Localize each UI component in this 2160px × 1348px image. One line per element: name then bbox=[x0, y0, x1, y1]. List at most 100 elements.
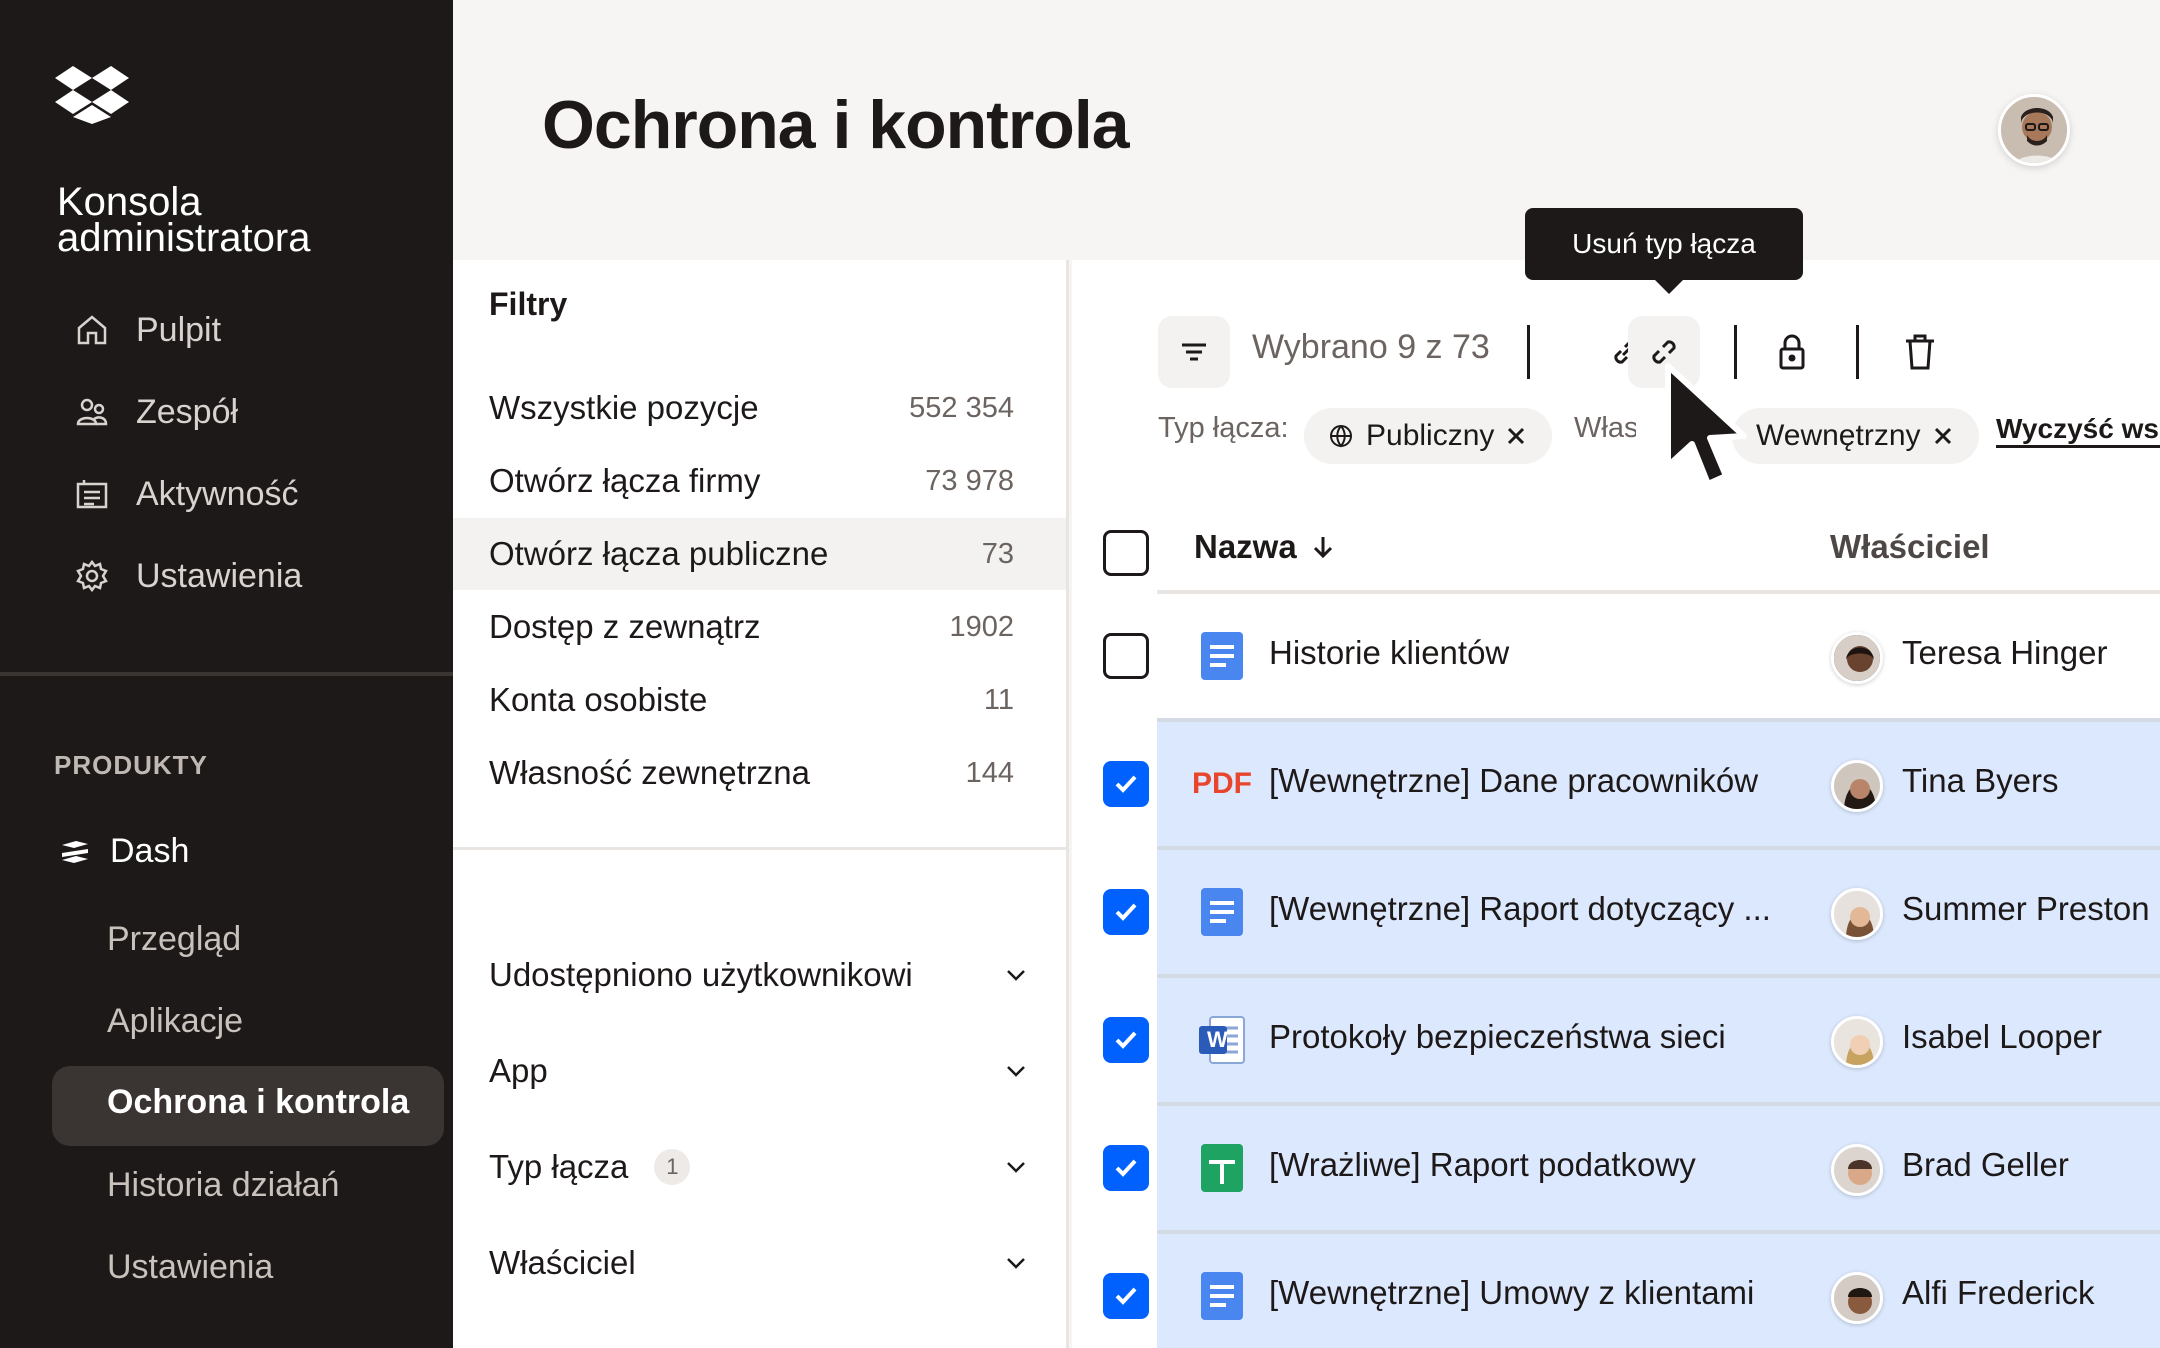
products-section-label: PRODUKTY bbox=[54, 750, 208, 780]
toolbar-divider bbox=[1856, 325, 1859, 379]
team-icon bbox=[76, 398, 108, 426]
accordion-link-type[interactable]: Typ łącza 1 bbox=[489, 1148, 1029, 1186]
mouse-pointer-icon bbox=[1665, 363, 1747, 487]
word-doc-icon: W bbox=[1196, 1014, 1248, 1066]
chip-public[interactable]: Publiczny bbox=[1304, 408, 1553, 464]
globe-icon bbox=[1330, 425, 1352, 448]
owner-name: Summer Preston bbox=[1902, 890, 2150, 927]
accordion-owner[interactable]: Właściciel bbox=[489, 1244, 1029, 1282]
nav-item-zespol[interactable]: Zespół bbox=[74, 382, 238, 442]
filter-row-external-access[interactable]: Dostęp z zewnątrz 1902 bbox=[453, 591, 1066, 663]
file-name[interactable]: Protokoły bezpieczeństwa sieci bbox=[1269, 1018, 1726, 1056]
filter-row-personal-accounts[interactable]: Konta osobiste 11 bbox=[453, 664, 1066, 736]
row-checkbox-checked[interactable] bbox=[1103, 1017, 1149, 1063]
filter-label: Otwórz łącza firmy bbox=[489, 462, 761, 499]
owner-avatar bbox=[1831, 888, 1883, 940]
pdf-icon: PDF bbox=[1192, 767, 1252, 800]
filter-label: Konta osobiste bbox=[489, 681, 708, 718]
nav-item-ustawienia[interactable]: Ustawienia bbox=[74, 546, 302, 606]
delete-button[interactable] bbox=[1884, 316, 1956, 388]
chevron-down-icon bbox=[1007, 1162, 1025, 1173]
file-name[interactable]: [Wewnętrzne] Raport dotyczący ... bbox=[1269, 890, 1771, 928]
row-checkbox-checked[interactable] bbox=[1103, 761, 1149, 807]
filter-count: 1902 bbox=[949, 610, 1014, 643]
file-name[interactable]: [Wewnętrzne] Umowy z klientami bbox=[1269, 1274, 1754, 1312]
filter-label: Wszystkie pozycje bbox=[489, 389, 759, 426]
filter-label: Dostęp z zewnątrz bbox=[489, 608, 761, 645]
settings-gear-icon bbox=[76, 559, 108, 593]
row-checkbox-checked[interactable] bbox=[1103, 889, 1149, 935]
column-header-name[interactable]: Nazwa bbox=[1194, 528, 1335, 566]
sub-item-przeglad[interactable]: Przegląd bbox=[107, 920, 241, 959]
column-header-owner[interactable]: Właściciel bbox=[1830, 528, 1990, 566]
activity-icon bbox=[76, 480, 108, 509]
sub-item-historia[interactable]: Historia działań bbox=[107, 1166, 339, 1205]
owner-name: Isabel Looper bbox=[1902, 1018, 2102, 1055]
file-name[interactable]: Historie klientów bbox=[1269, 634, 1509, 672]
sub-item-aplikacje[interactable]: Aplikacje bbox=[107, 1002, 243, 1041]
lock-button[interactable] bbox=[1756, 316, 1828, 388]
column-name-label: Nazwa bbox=[1194, 528, 1297, 565]
filters-panel: Filtry Wszystkie pozycje 552 354 Otwórz ł… bbox=[453, 260, 1069, 1348]
row-checkbox-checked[interactable] bbox=[1103, 1273, 1149, 1319]
word-letter: W bbox=[1207, 1027, 1228, 1052]
filter-row-company-links[interactable]: Otwórz łącza firmy 73 978 bbox=[453, 445, 1066, 517]
filter-count: 11 bbox=[983, 683, 1014, 716]
accordion-app[interactable]: App bbox=[489, 1052, 1029, 1090]
owner-name: Teresa Hinger bbox=[1902, 634, 2108, 671]
sub-item-ochrona-label[interactable]: Ochrona i kontrola bbox=[107, 1083, 409, 1122]
checkmark-icon bbox=[1115, 903, 1137, 921]
close-icon[interactable] bbox=[1933, 426, 1953, 446]
dash-label: Dash bbox=[110, 832, 190, 870]
owner-avatar bbox=[1831, 1144, 1883, 1196]
filters-divider bbox=[453, 847, 1066, 850]
sub-item-ustawienia[interactable]: Ustawienia bbox=[107, 1248, 273, 1287]
nav-item-aktywnosc[interactable]: Aktywność bbox=[74, 464, 299, 524]
chip-internal[interactable]: Wewnętrzny bbox=[1732, 408, 1979, 464]
file-name[interactable]: [Wrażliwe] Raport podatkowy bbox=[1269, 1146, 1696, 1184]
select-all-checkbox[interactable] bbox=[1103, 530, 1149, 576]
nav-label: Pulpit bbox=[136, 310, 222, 349]
owner-name: Brad Geller bbox=[1902, 1146, 2069, 1183]
row-checkbox-checked[interactable] bbox=[1103, 1145, 1149, 1191]
accordion-label: Udostępniono użytkownikowi bbox=[489, 956, 913, 993]
sort-down-icon bbox=[1313, 537, 1332, 559]
file-name[interactable]: [Wewnętrzne] Dane pracowników bbox=[1269, 762, 1758, 800]
sidebar: Konsola administratora Pulpit Zespół Akt… bbox=[0, 0, 453, 1348]
clear-all-link[interactable]: Wyczyść wszystkie bbox=[1996, 413, 2160, 448]
lock-icon bbox=[1779, 334, 1805, 370]
dropbox-logo-icon[interactable] bbox=[55, 66, 129, 124]
close-icon[interactable] bbox=[1506, 426, 1526, 446]
accordion-label: Typ łącza bbox=[489, 1148, 629, 1185]
console-title: Konsola administratora bbox=[57, 180, 311, 260]
filter-row-all[interactable]: Wszystkie pozycje 552 354 bbox=[453, 372, 1066, 444]
accordion-shared-with-user[interactable]: Udostępniono użytkownikowi bbox=[489, 956, 1029, 994]
console-title-line2: administratora bbox=[57, 216, 311, 260]
owner-avatar bbox=[1831, 1016, 1883, 1068]
accordion-label: App bbox=[489, 1052, 548, 1089]
filter-toggle-button[interactable] bbox=[1158, 316, 1230, 388]
nav-item-pulpit[interactable]: Pulpit bbox=[74, 300, 221, 360]
filter-count: 552 354 bbox=[909, 391, 1014, 424]
owner-avatar bbox=[1831, 1272, 1883, 1324]
dash-icon bbox=[62, 840, 88, 863]
google-doc-icon bbox=[1196, 1270, 1248, 1322]
user-avatar[interactable] bbox=[1998, 94, 2070, 166]
home-icon bbox=[77, 315, 107, 345]
row-checkbox[interactable] bbox=[1103, 633, 1149, 679]
toolbar-divider bbox=[1527, 325, 1530, 379]
filter-row-external-ownership[interactable]: Własność zewnętrzna 144 bbox=[453, 737, 1066, 809]
filters-title: Filtry bbox=[489, 286, 568, 322]
checkmark-icon bbox=[1115, 1287, 1137, 1305]
dash-product-item[interactable]: Dash bbox=[58, 832, 189, 871]
filter-count: 73 978 bbox=[925, 464, 1014, 497]
sidebar-divider bbox=[0, 672, 453, 676]
filter-lines-icon bbox=[1182, 343, 1206, 361]
console-title-line1: Konsola bbox=[57, 180, 202, 224]
chevron-down-icon bbox=[1007, 970, 1025, 981]
filter-row-public-links[interactable]: Otwórz łącza publiczne 73 bbox=[453, 518, 1066, 590]
chip-label: Publiczny bbox=[1366, 419, 1495, 452]
accordion-label: Właściciel bbox=[489, 1244, 636, 1281]
google-doc-icon bbox=[1196, 886, 1248, 938]
google-sheet-icon bbox=[1196, 1142, 1248, 1194]
